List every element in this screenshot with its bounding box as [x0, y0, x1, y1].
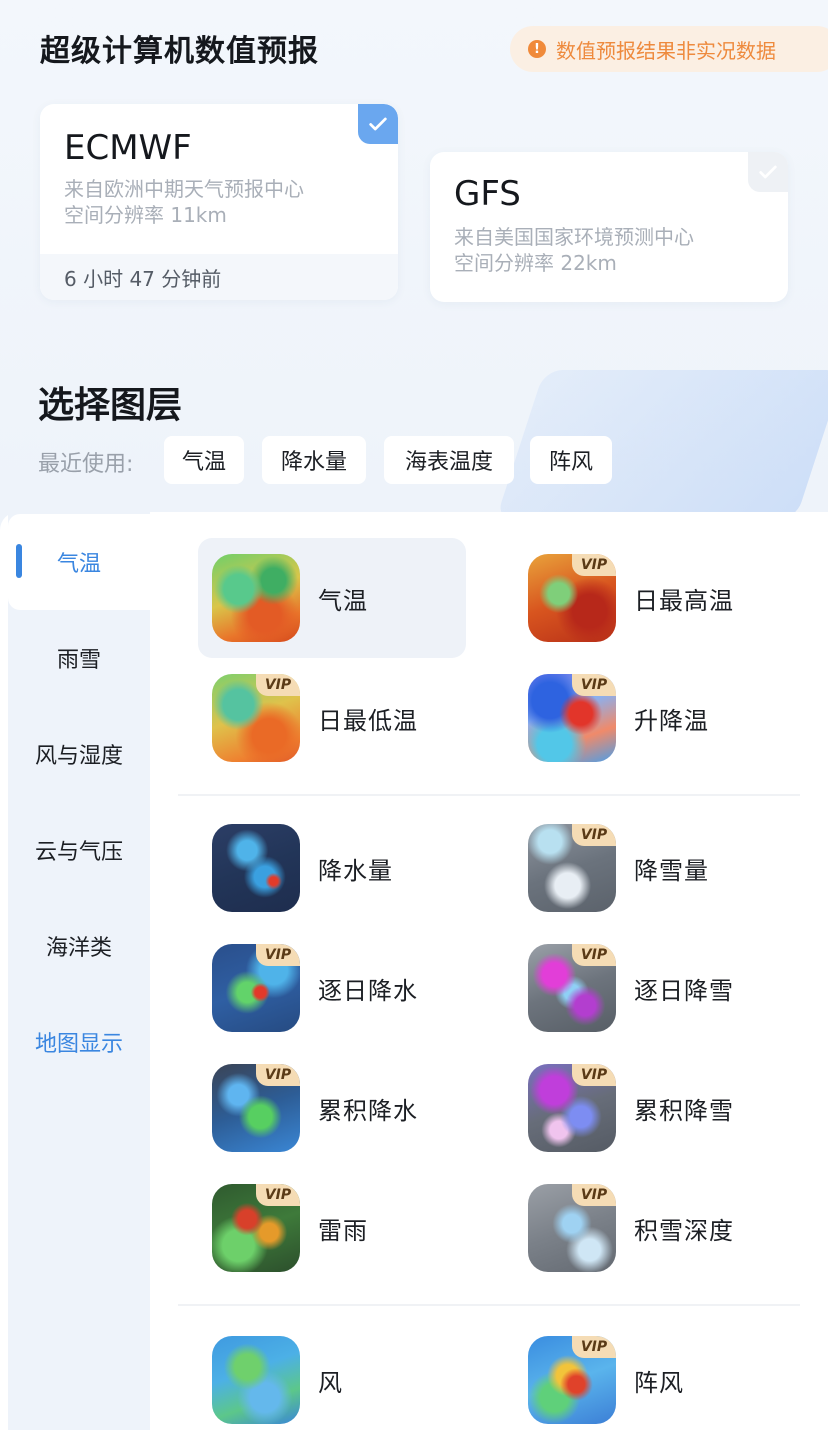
layer-label: 降雪量 — [634, 856, 709, 885]
layer-item-daily-min-temp[interactable]: VIP 日最低温 — [198, 658, 466, 778]
model-card-gfs[interactable]: GFS 来自美国国家环境预测中心 空间分辨率 22km — [430, 152, 788, 302]
layer-item-daily-snowfall[interactable]: VIP 逐日降雪 — [514, 928, 782, 1048]
model-name: ECMWF — [64, 128, 192, 168]
vip-badge: VIP — [572, 554, 616, 576]
layer-label: 累积降水 — [318, 1096, 418, 1125]
layer-thumbnail: VIP — [212, 944, 300, 1032]
layer-thumbnail: VIP — [212, 1184, 300, 1272]
vip-badge: VIP — [572, 824, 616, 846]
group-divider — [178, 794, 800, 796]
layer-label: 日最高温 — [634, 586, 734, 615]
model-description: 来自美国国家环境预测中心 空间分辨率 22km — [454, 224, 694, 276]
vip-badge: VIP — [572, 944, 616, 966]
layer-thumbnail: VIP — [528, 554, 616, 642]
vip-badge: VIP — [572, 1184, 616, 1206]
layer-thumbnail: VIP — [528, 1336, 616, 1424]
recent-chip[interactable]: 气温 — [164, 436, 244, 484]
layer-thumbnail: VIP — [212, 1064, 300, 1152]
layer-item-daily-max-temp[interactable]: VIP 日最高温 — [514, 538, 782, 658]
category-item-wind-humidity[interactable]: 风与湿度 — [8, 706, 150, 802]
group-divider — [178, 1304, 800, 1306]
vip-badge: VIP — [256, 1184, 300, 1206]
layer-item-snowfall[interactable]: VIP 降雪量 — [514, 808, 782, 928]
layer-label: 风 — [318, 1368, 343, 1397]
vip-badge: VIP — [256, 674, 300, 696]
layer-thumbnail — [212, 1336, 300, 1424]
layer-thumbnail: VIP — [212, 674, 300, 762]
layer-label: 累积降雪 — [634, 1096, 734, 1125]
page-title: 超级计算机数值预报 — [40, 34, 319, 69]
layer-item-daily-precipitation[interactable]: VIP 逐日降水 — [198, 928, 466, 1048]
layer-item-accumulated-precipitation[interactable]: VIP 累积降水 — [198, 1048, 466, 1168]
recent-chip[interactable]: 阵风 — [530, 436, 612, 484]
model-source: 来自美国国家环境预测中心 — [454, 225, 694, 249]
model-name: GFS — [454, 174, 521, 214]
recent-chip[interactable]: 降水量 — [262, 436, 366, 484]
model-source: 来自欧洲中期天气预报中心 — [64, 177, 304, 201]
vip-badge: VIP — [572, 674, 616, 696]
vip-badge: VIP — [256, 944, 300, 966]
layer-label: 降水量 — [318, 856, 393, 885]
section-title: 选择图层 — [38, 385, 183, 426]
layer-label: 升降温 — [634, 706, 709, 735]
layer-thumbnail: VIP — [528, 1064, 616, 1152]
model-updated: 6 小时 47 分钟前 — [40, 254, 398, 300]
category-label: 气温 — [56, 552, 101, 577]
layer-item-gust[interactable]: VIP 阵风 — [514, 1320, 782, 1430]
model-card-ecmwf[interactable]: ECMWF 来自欧洲中期天气预报中心 空间分辨率 11km 6 小时 47 分钟… — [40, 104, 398, 300]
layer-thumbnail: VIP — [528, 1184, 616, 1272]
layer-item-precipitation[interactable]: 降水量 — [198, 808, 466, 928]
layer-label: 积雪深度 — [634, 1216, 734, 1245]
recent-chip[interactable]: 海表温度 — [384, 436, 514, 484]
disclaimer-text: 数值预报结果非实况数据 — [556, 38, 776, 63]
layer-item-temp-change[interactable]: VIP 升降温 — [514, 658, 782, 778]
layer-item-accumulated-snowfall[interactable]: VIP 累积降雪 — [514, 1048, 782, 1168]
category-item-ocean[interactable]: 海洋类 — [8, 898, 150, 994]
layer-item-wind[interactable]: 风 — [198, 1320, 466, 1430]
vip-badge: VIP — [256, 1064, 300, 1086]
unselected-check-icon — [748, 152, 788, 192]
layer-label: 逐日降雪 — [634, 976, 734, 1005]
layer-thumbnail — [212, 824, 300, 912]
layer-item-thunderstorm[interactable]: VIP 雷雨 — [198, 1168, 466, 1288]
layer-item-snow-depth[interactable]: VIP 积雪深度 — [514, 1168, 782, 1288]
model-description: 来自欧洲中期天气预报中心 空间分辨率 11km — [64, 176, 304, 228]
layer-label: 气温 — [318, 586, 368, 615]
category-item-temperature[interactable]: 气温 — [8, 514, 150, 610]
selected-check-icon — [358, 104, 398, 144]
disclaimer-notice[interactable]: ! 数值预报结果非实况数据 — [510, 26, 828, 72]
layer-thumbnail: VIP — [528, 674, 616, 762]
vip-badge: VIP — [572, 1336, 616, 1358]
layer-label: 阵风 — [634, 1368, 684, 1397]
layer-label: 日最低温 — [318, 706, 418, 735]
layer-thumbnail — [212, 554, 300, 642]
layer-label: 逐日降水 — [318, 976, 418, 1005]
category-item-cloud-pressure[interactable]: 云与气压 — [8, 802, 150, 898]
layer-label: 雷雨 — [318, 1216, 368, 1245]
model-resolution: 空间分辨率 11km — [64, 203, 227, 227]
info-icon: ! — [528, 40, 546, 58]
recent-label: 最近使用: — [38, 452, 134, 477]
vip-badge: VIP — [572, 1064, 616, 1086]
model-resolution: 空间分辨率 22km — [454, 251, 617, 275]
category-item-rain-snow[interactable]: 雨雪 — [8, 610, 150, 706]
layer-item-temperature[interactable]: 气温 — [198, 538, 466, 658]
active-indicator — [16, 544, 22, 578]
layer-thumbnail: VIP — [528, 824, 616, 912]
layer-thumbnail: VIP — [528, 944, 616, 1032]
category-item-map-display[interactable]: 地图显示 — [8, 994, 150, 1090]
